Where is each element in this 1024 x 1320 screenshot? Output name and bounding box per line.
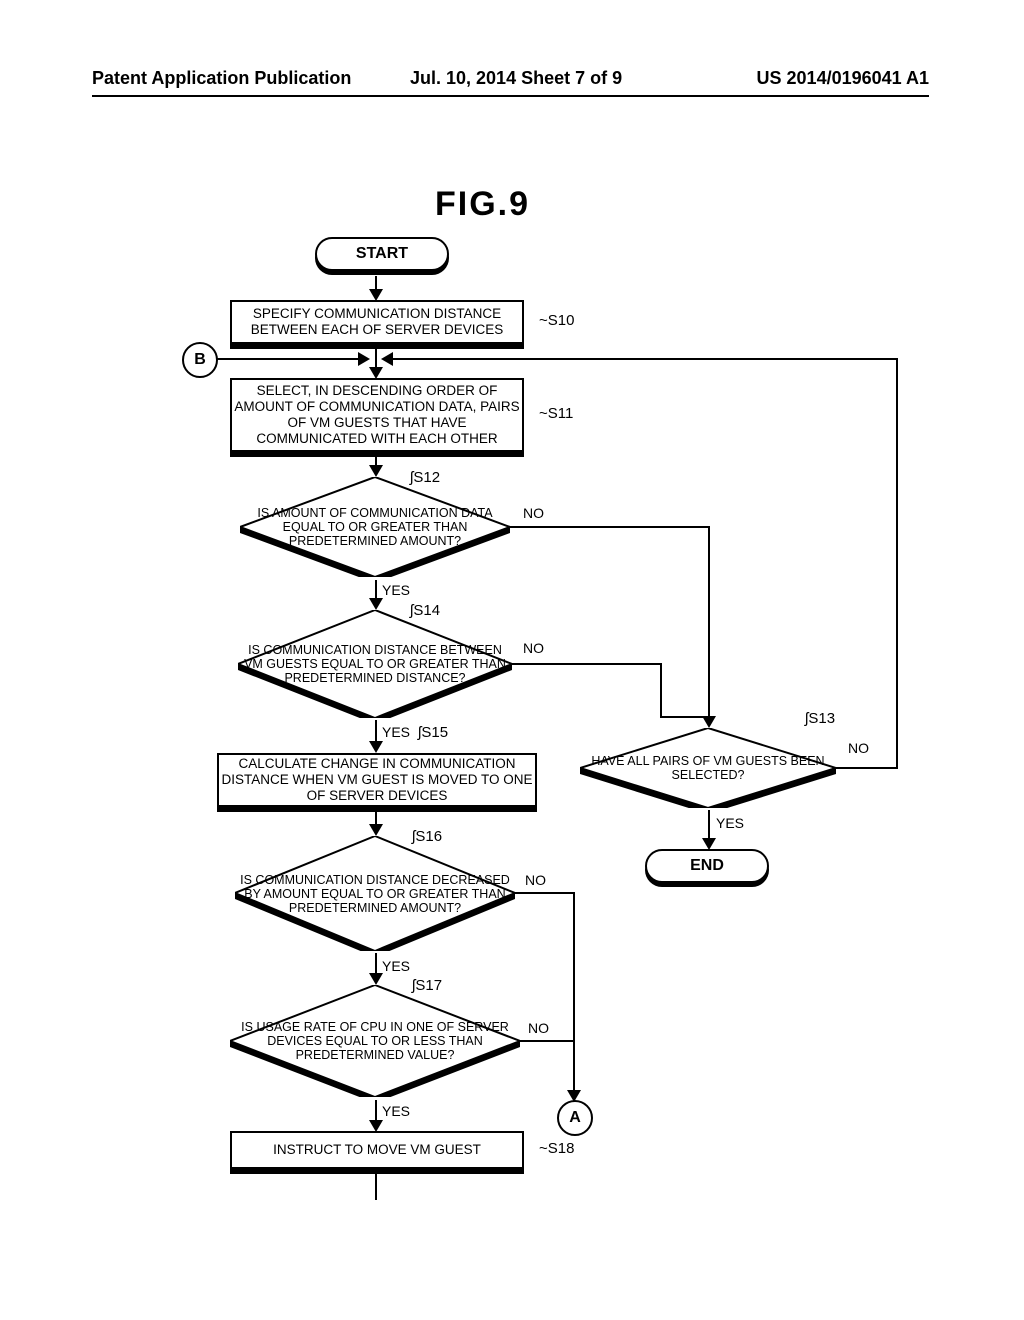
edge: [375, 720, 377, 743]
step-label-s11: ~S11: [539, 405, 573, 422]
edge-label-yes: YES: [382, 1103, 410, 1119]
step-label-s18: ~S18: [539, 1140, 574, 1157]
connector-label: A: [569, 1109, 581, 1127]
process-text: SPECIFY COMMUNICATION DISTANCE BETWEEN E…: [232, 306, 522, 338]
page-container: Patent Application Publication Jul. 10, …: [0, 0, 1024, 1320]
connector-b: B: [182, 342, 218, 378]
arrowhead-icon: [369, 973, 383, 985]
process-s18: INSTRUCT TO MOVE VM GUEST: [230, 1131, 524, 1169]
edge: [216, 358, 361, 360]
edge: [375, 345, 377, 369]
edge: [896, 358, 898, 769]
edge-label-yes: YES: [716, 815, 744, 831]
header-left: Patent Application Publication: [92, 68, 351, 89]
decision-s12: IS AMOUNT OF COMMUNICATION DATA EQUAL TO…: [240, 477, 510, 577]
edge: [660, 663, 662, 718]
process-s10: SPECIFY COMMUNICATION DISTANCE BETWEEN E…: [230, 300, 524, 344]
edge-label-no: NO: [523, 640, 544, 656]
step-label-s14: ʃS14: [410, 602, 440, 619]
decision-s17: IS USAGE RATE OF CPU IN ONE OF SERVER DE…: [230, 985, 520, 1097]
edge: [836, 767, 898, 769]
edge-label-yes: YES: [382, 724, 410, 740]
process-text: CALCULATE CHANGE IN COMMUNICATION DISTAN…: [219, 756, 535, 804]
edge: [660, 716, 710, 718]
decision-s13: HAVE ALL PAIRS OF VM GUESTS BEEN SELECTE…: [580, 728, 836, 808]
step-label-s12: ʃS12: [410, 469, 440, 486]
edge-label-no: NO: [528, 1020, 549, 1036]
start-label: START: [356, 245, 408, 262]
process-text: SELECT, IN DESCENDING ORDER OF AMOUNT OF…: [232, 383, 522, 447]
connector-label: B: [194, 351, 206, 369]
edge: [375, 1100, 377, 1122]
edge: [375, 953, 377, 975]
edge-label-no: NO: [848, 740, 869, 756]
arrowhead-icon: [369, 465, 383, 477]
process-s11: SELECT, IN DESCENDING ORDER OF AMOUNT OF…: [230, 378, 524, 452]
step-label-s17: ʃS17: [412, 977, 442, 994]
decision-s16: IS COMMUNICATION DISTANCE DECREASED BY A…: [235, 836, 515, 951]
edge: [708, 810, 710, 840]
edge: [375, 1170, 377, 1200]
header-middle: Jul. 10, 2014 Sheet 7 of 9: [410, 68, 622, 89]
step-label-s13: ʃS13: [805, 710, 835, 727]
step-label-s15: ʃS15: [418, 724, 448, 741]
edge: [510, 526, 710, 528]
process-text: INSTRUCT TO MOVE VM GUEST: [273, 1142, 481, 1158]
edge: [512, 663, 662, 665]
edge: [573, 892, 575, 1092]
step-label-s10: ~S10: [539, 312, 574, 329]
edge: [375, 580, 377, 600]
step-label-s16: ʃS16: [412, 828, 442, 845]
end-node: END: [645, 849, 769, 883]
end-label: END: [690, 857, 724, 874]
edge-label-yes: YES: [382, 582, 410, 598]
edge: [708, 526, 710, 718]
edge-label-no: NO: [525, 872, 546, 888]
start-node: START: [315, 237, 449, 271]
arrowhead-icon: [369, 824, 383, 836]
header-rule: [92, 95, 929, 97]
process-s15: CALCULATE CHANGE IN COMMUNICATION DISTAN…: [217, 753, 537, 807]
figure-title: FIG.9: [435, 185, 530, 224]
edge: [520, 1040, 575, 1042]
edge: [515, 892, 575, 894]
edge-label-no: NO: [523, 505, 544, 521]
header-right: US 2014/0196041 A1: [757, 68, 929, 89]
arrowhead-icon: [369, 741, 383, 753]
edge-label-yes: YES: [382, 958, 410, 974]
arrowhead-icon: [369, 598, 383, 610]
connector-a: A: [557, 1100, 593, 1136]
edge: [392, 358, 898, 360]
decision-s14: IS COMMUNICATION DISTANCE BETWEEN VM GUE…: [238, 610, 512, 718]
